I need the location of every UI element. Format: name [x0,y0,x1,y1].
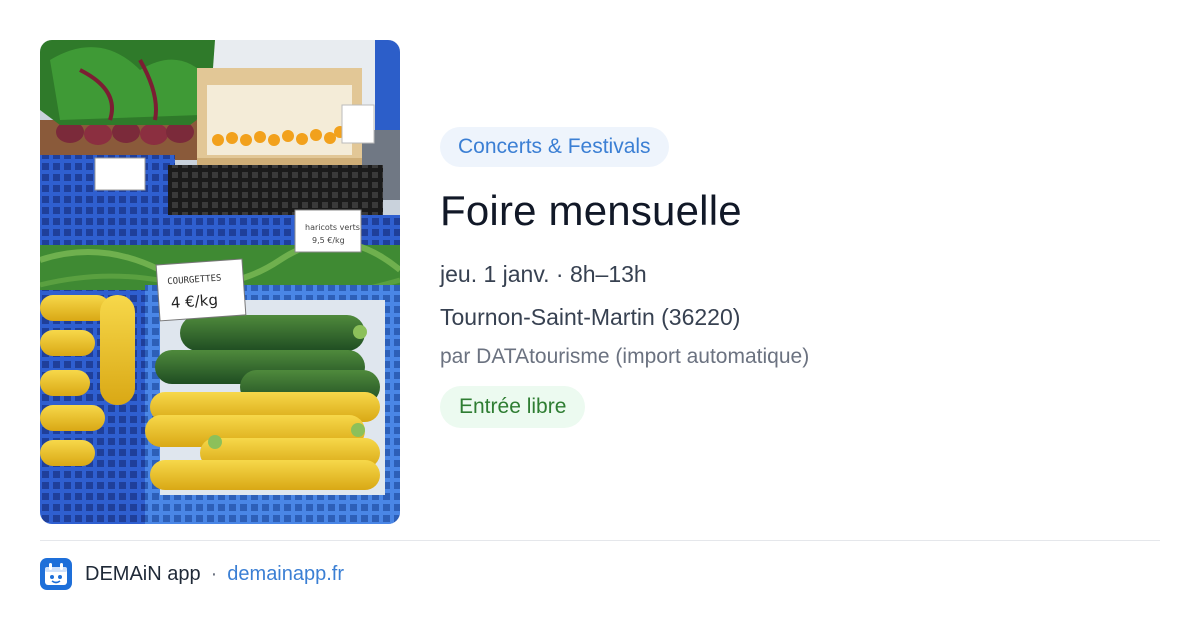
footer-divider [40,540,1160,541]
footer-separator: · [210,562,218,585]
event-location: Tournon-Saint-Martin (36220) [440,304,741,330]
demain-app-icon [40,558,72,590]
event-photo: haricots verts 9,5 €/kg COURGETTES 4 €/k… [40,40,400,524]
event-title[interactable]: Foire mensuelle [440,185,1140,237]
category-chip[interactable]: Concerts & Festivals [440,127,669,167]
app-name: DEMAiN app [85,562,201,585]
event-organizer: par DATAtourisme (import automatique) [440,345,810,368]
event-card[interactable]: haricots verts 9,5 €/kg COURGETTES 4 €/k… [40,40,1160,524]
event-info: Concerts & Festivals Foire mensuelle jeu… [440,127,1140,428]
svg-text:9,5 €/kg: 9,5 €/kg [312,236,345,245]
price-row: Entrée libre [440,371,1140,428]
event-datetime: jeu. 1 janv. · 8h–13h [440,261,647,287]
svg-text:haricots verts: haricots verts [305,223,360,232]
price-chip: Entrée libre [440,386,586,428]
app-domain-link[interactable]: demainapp.fr [227,563,344,586]
footer: DEMAiN app · demainapp.fr [40,558,344,590]
svg-text:4 €/kg: 4 €/kg [170,291,218,312]
